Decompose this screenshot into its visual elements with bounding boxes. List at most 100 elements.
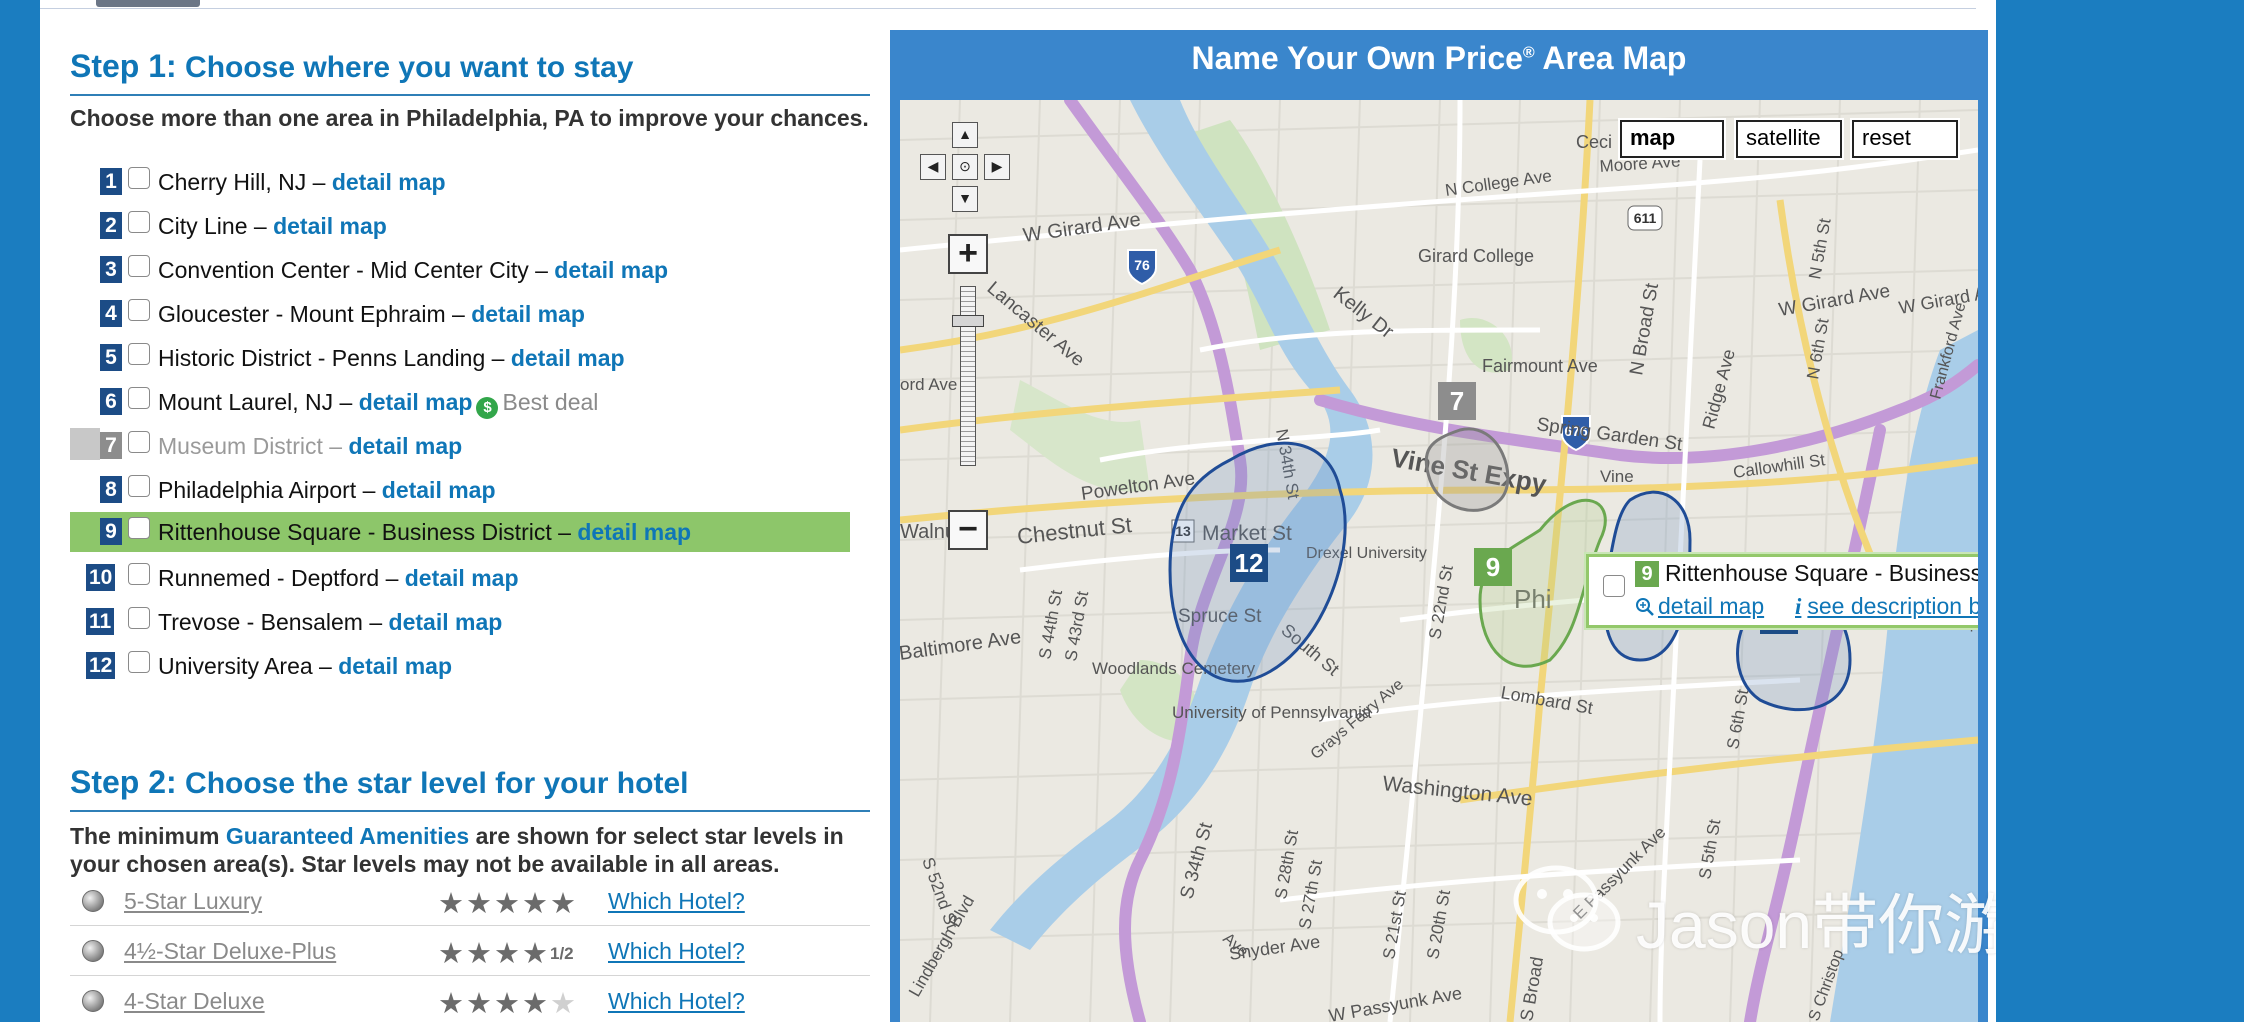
star-icon: ★ [494, 938, 522, 970]
area-row-5[interactable]: 5 Historic District - Penns Landing – det… [70, 338, 850, 378]
zoom-in-button[interactable]: + [948, 234, 988, 274]
area-name: Mount Laurel, NJ – [158, 389, 353, 415]
page: Step 1: Choose where you want to stay Ch… [40, 0, 1996, 1022]
step2-title: Choose the star level for your hotel [185, 767, 689, 800]
area-checkbox-10[interactable] [128, 563, 150, 585]
pan-left-button[interactable]: ◀ [920, 154, 946, 180]
area-checkbox-7 [128, 431, 150, 453]
pan-right-button[interactable]: ▶ [984, 154, 1010, 180]
half-star-label: 1/2 [550, 944, 574, 963]
star-level-radio[interactable] [82, 890, 104, 912]
area-checkbox-11[interactable] [128, 607, 150, 629]
zoom-slider-thumb[interactable] [952, 315, 984, 327]
area-row-8[interactable]: 8 Philadelphia Airport – detail map [70, 470, 850, 510]
area-detail-map-link[interactable]: detail map [348, 433, 462, 459]
watermark-text: Jason带你游美国 [1636, 888, 1996, 962]
area-text: Gloucester - Mount Ephraim – detail map [158, 300, 585, 328]
star-level-radio[interactable] [82, 940, 104, 962]
map-type-reset-button[interactable]: reset [1852, 120, 1958, 158]
star-rating: ★★★★★ [438, 886, 578, 921]
star-level-row[interactable]: 4-Star Deluxe ★★★★★ Which Hotel? [70, 978, 870, 1022]
popup-description-text: see description below [1807, 593, 1978, 619]
area-detail-map-link[interactable]: detail map [359, 389, 473, 415]
area-checkbox-4[interactable] [128, 299, 150, 321]
map-marker-12[interactable]: 12 [1230, 544, 1268, 582]
star-level-row[interactable]: 4½-Star Deluxe-Plus ★★★★1/2 Which Hotel? [70, 928, 870, 976]
map-type-satellite-button[interactable]: satellite [1736, 120, 1842, 158]
area-row-10[interactable]: 10 Runnemed - Deptford – detail map [70, 558, 850, 598]
best-deal-label: Best deal [502, 389, 599, 415]
step2-intro-pre: The minimum [70, 823, 226, 849]
area-row-6[interactable]: 6 Mount Laurel, NJ – detail map $ Best deal [70, 382, 850, 422]
area-name: Museum District – [158, 433, 343, 459]
area-detail-map-link[interactable]: detail map [382, 477, 496, 503]
star-rating: ★★★★1/2 [438, 936, 574, 971]
pan-up-button[interactable]: ▲ [952, 122, 978, 148]
area-text: Trevose - Bensalem – detail map [158, 608, 502, 636]
area-row-3[interactable]: 3 Convention Center - Mid Center City – d… [70, 250, 850, 290]
svg-text:University of Pennsylvania: University of Pennsylvania [1172, 703, 1372, 722]
area-detail-map-link[interactable]: detail map [273, 213, 387, 239]
area-row-11[interactable]: 11 Trevose - Bensalem – detail map [70, 602, 850, 642]
area-row-12[interactable]: 12 University Area – detail map [70, 646, 850, 686]
pan-center-button[interactable]: ⊙ [952, 154, 978, 180]
popup-detail-map-link[interactable]: detail map [1635, 593, 1764, 620]
area-name: City Line – [158, 213, 267, 239]
area-detail-map-link[interactable]: detail map [389, 609, 503, 635]
star-icon: ★ [438, 938, 466, 970]
area-row-7[interactable]: 7 Museum District – detail map [70, 426, 850, 466]
area-text: City Line – detail map [158, 212, 387, 240]
star-level-label[interactable]: 4½-Star Deluxe-Plus [124, 938, 336, 965]
star-icon: ★ [438, 888, 466, 920]
star-level-label[interactable]: 4-Star Deluxe [124, 988, 265, 1015]
area-checkbox-5[interactable] [128, 343, 150, 365]
area-detail-map-link[interactable]: detail map [405, 565, 519, 591]
area-checkbox-12[interactable] [128, 651, 150, 673]
area-row-2[interactable]: 2 City Line – detail map [70, 206, 850, 246]
area-detail-map-link[interactable]: detail map [554, 257, 668, 283]
which-hotel-link[interactable]: Which Hotel? [608, 988, 745, 1015]
area-checkbox-8[interactable] [128, 475, 150, 497]
area-detail-map-link[interactable]: detail map [338, 653, 452, 679]
zoom-out-button[interactable]: − [948, 510, 988, 550]
popup-area-checkbox[interactable] [1603, 575, 1625, 597]
area-detail-map-link[interactable]: detail map [511, 345, 625, 371]
map-marker-7[interactable]: 7 [1438, 382, 1476, 420]
star-level-row[interactable]: 5-Star Luxury ★★★★★ Which Hotel? [70, 878, 870, 926]
area-detail-map-link[interactable]: detail map [577, 519, 691, 545]
registered-mark: ® [1522, 44, 1535, 62]
area-number-badge: 3 [100, 256, 122, 283]
area-checkbox-9[interactable] [128, 517, 150, 539]
svg-text:611: 611 [1634, 210, 1657, 226]
map-title-text: Name Your Own Price [1191, 40, 1523, 76]
popup-description-link[interactable]: isee description below [1795, 593, 1978, 620]
area-detail-map-link[interactable]: detail map [332, 169, 446, 195]
area-checkbox-6[interactable] [128, 387, 150, 409]
pan-down-button[interactable]: ▼ [952, 186, 978, 212]
area-checkbox-1[interactable] [128, 167, 150, 189]
which-hotel-link[interactable]: Which Hotel? [608, 888, 745, 915]
area-text: Historic District - Penns Landing – deta… [158, 344, 625, 372]
map-title-suffix: Area Map [1534, 40, 1687, 76]
guaranteed-amenities-link[interactable]: Guaranteed Amenities [226, 823, 469, 849]
map-marker-9[interactable]: 9 [1474, 548, 1512, 586]
area-row-4[interactable]: 4 Gloucester - Mount Ephraim – detail map [70, 294, 850, 334]
area-row-1[interactable]: 1 Cherry Hill, NJ – detail map [70, 162, 850, 202]
popup-area-title: Rittenhouse Square - Business District [1665, 560, 1978, 586]
area-name: Convention Center - Mid Center City – [158, 257, 548, 283]
zoom-slider-track[interactable] [960, 286, 976, 466]
area-text: Rittenhouse Square - Business District –… [158, 518, 691, 546]
area-detail-map-link[interactable]: detail map [471, 301, 585, 327]
disabled-row-band [70, 428, 100, 460]
star-level-label[interactable]: 5-Star Luxury [124, 888, 262, 915]
area-row-9[interactable]: 9 Rittenhouse Square - Business District … [70, 512, 850, 552]
which-hotel-link[interactable]: Which Hotel? [608, 938, 745, 965]
area-name: Cherry Hill, NJ – [158, 169, 326, 195]
map-type-map-button[interactable]: map [1620, 120, 1724, 158]
star-icon: ★ [494, 988, 522, 1020]
step1-title: Choose where you want to stay [185, 51, 634, 84]
area-checkbox-2[interactable] [128, 211, 150, 233]
area-checkbox-3[interactable] [128, 255, 150, 277]
star-level-radio[interactable] [82, 990, 104, 1012]
area-text: Philadelphia Airport – detail map [158, 476, 496, 504]
